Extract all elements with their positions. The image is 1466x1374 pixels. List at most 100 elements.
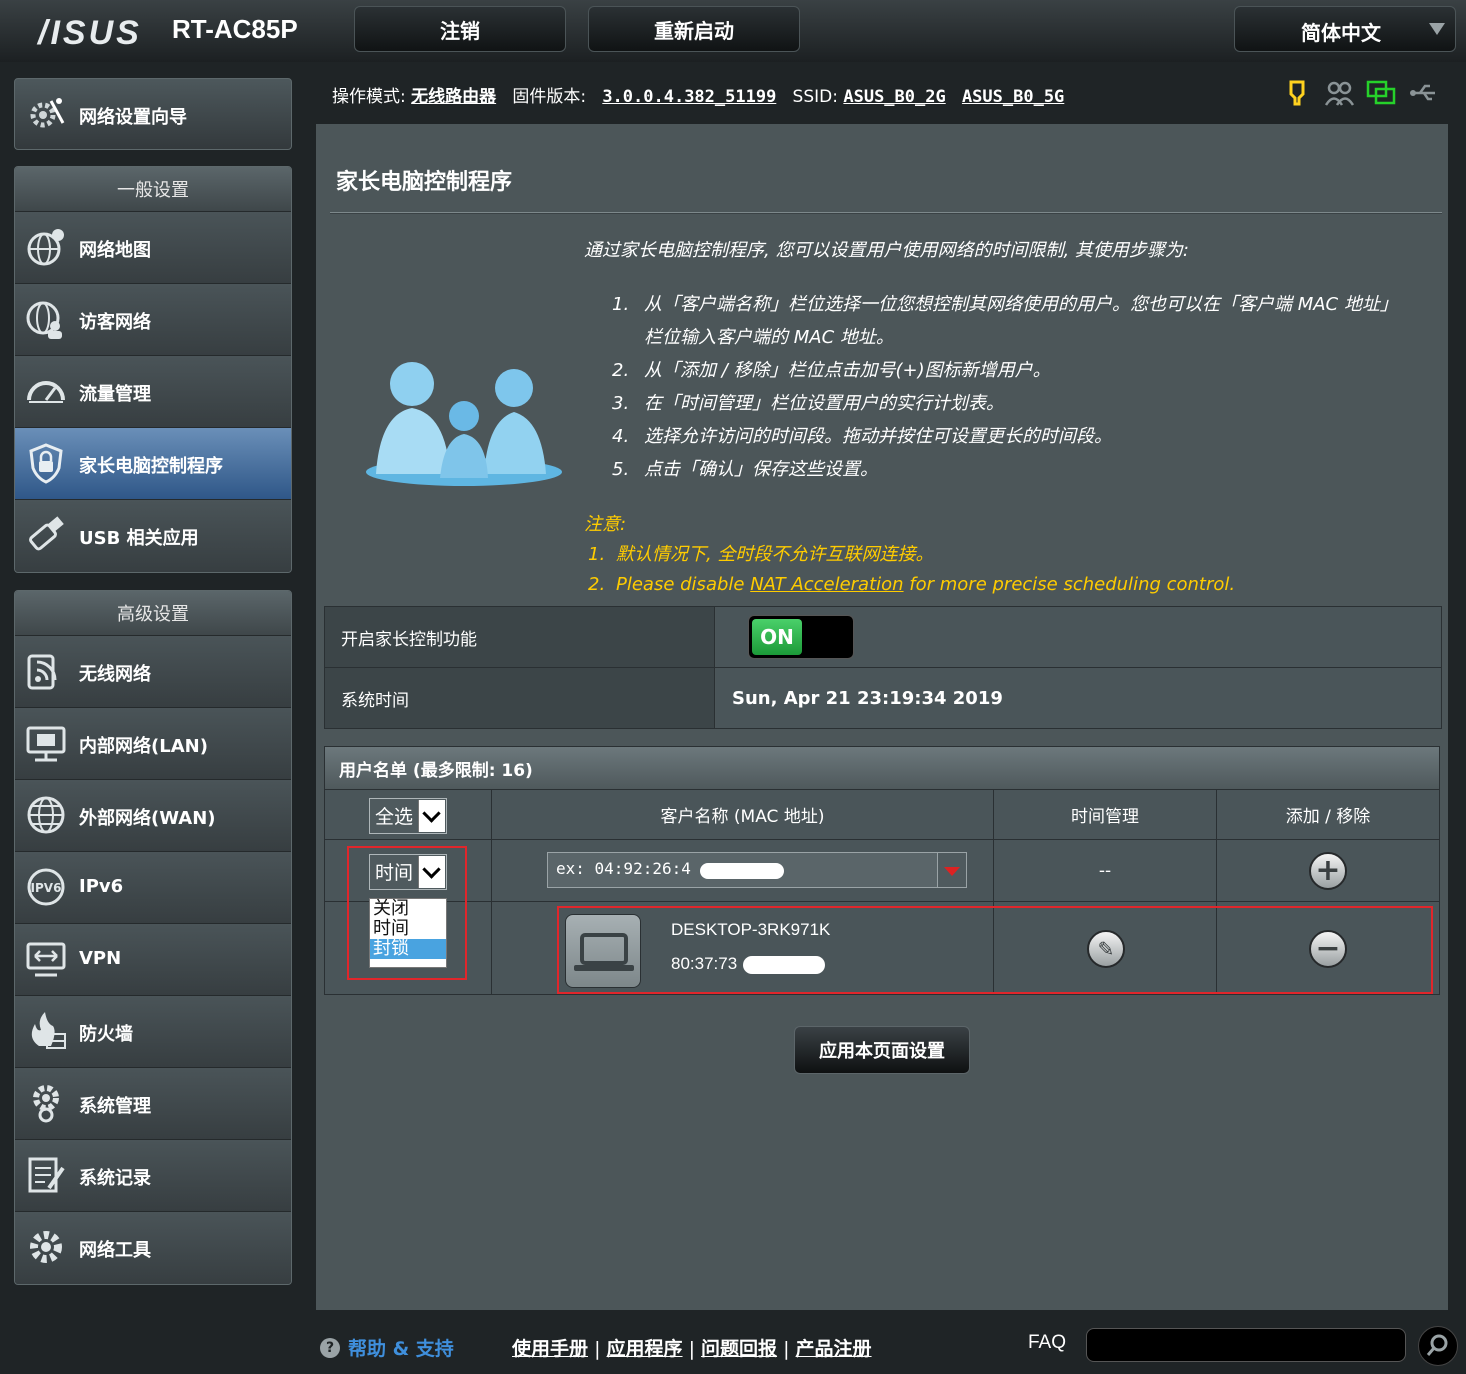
sidebar-item-network-tools[interactable]: 网络工具 — [15, 1212, 291, 1284]
logout-button[interactable]: 注销 — [354, 6, 566, 52]
status-line: 操作模式: 无线路由器 固件版本: 3.0.0.4.382_51199 SSID… — [332, 82, 1064, 107]
list-item: 3. 在「时间管理」栏位设置用户的实行计划表。 — [612, 393, 1004, 414]
settings-table: 开启家长控制功能 ON 系统时间 Sun, Apr 21 23:19:34 20… — [324, 606, 1442, 729]
column-add-remove: 添加 / 移除 — [1217, 790, 1439, 840]
advanced-settings-group: 高级设置 无线网络 内部网络(LAN) 外部网络(WAN) IPV6 IPv6 … — [14, 590, 292, 1285]
note-item: 2. Please disable NAT Acceleration for mo… — [588, 574, 1236, 595]
feedback-link[interactable]: 问题回报 — [701, 1338, 777, 1360]
sidebar-item-firewall[interactable]: 防火墙 — [15, 996, 291, 1068]
search-icon — [1426, 1334, 1448, 1356]
toggle-on-label: ON — [752, 619, 802, 655]
gear-admin-icon — [33, 1085, 59, 1123]
column-client-name: 客户名称 (MAC 地址) — [492, 790, 994, 840]
table-row: 系统时间 Sun, Apr 21 23:19:34 2019 — [325, 668, 1441, 728]
note-title: 注意: — [584, 514, 627, 535]
redaction-mark — [700, 863, 784, 879]
model-name: RT-AC85P — [172, 14, 298, 44]
column-time-management: 时间管理 — [994, 790, 1217, 840]
sidebar-item-lan[interactable]: 内部网络(LAN) — [15, 708, 291, 780]
time-empty: -- — [994, 840, 1217, 902]
sidebar-item-label: IPv6 — [79, 876, 124, 897]
globe-map-icon — [27, 229, 64, 266]
app-link[interactable]: 应用程序 — [607, 1338, 683, 1360]
list-item: 1. 从「客户端名称」栏位选择一位您想控制其网络使用的用户。您也可以在「客户端 M… — [612, 294, 1398, 348]
internet-status-icon[interactable] — [1366, 78, 1396, 108]
sidebar-item-label: VPN — [79, 948, 122, 969]
chevron-down-icon — [418, 800, 445, 832]
apply-button[interactable]: 应用本页面设置 — [794, 1026, 970, 1074]
sidebar-item-label: USB 相关应用 — [79, 528, 199, 549]
footer: ? 帮助 & 支持 使用手册 | 应用程序 | 问题回报 | 产品注册 FAQ — [0, 1318, 1466, 1374]
sidebar-item-label: 网络工具 — [79, 1240, 151, 1261]
sidebar-item-ipv6[interactable]: IPV6 IPv6 — [15, 852, 291, 924]
mac-address-input[interactable]: ex: 04:92:26:4 — [547, 852, 967, 888]
sidebar-item-network-map[interactable]: 网络地图 — [15, 212, 291, 284]
status-icons — [1282, 78, 1438, 108]
clients-icon[interactable] — [1324, 78, 1354, 108]
mode-label: 操作模式: — [332, 87, 406, 107]
highlight-box — [557, 906, 1433, 994]
nat-acceleration-link[interactable]: NAT Acceleration — [750, 574, 903, 595]
asus-logo[interactable]: /ISUS — [38, 14, 142, 53]
sidebar-item-label: 系统管理 — [79, 1096, 151, 1117]
steps-list: 1. 从「客户端名称」栏位选择一位您想控制其网络使用的用户。您也可以在「客户端 M… — [612, 288, 1402, 486]
lightbulb-icon[interactable] — [1282, 78, 1312, 108]
quick-setup-item[interactable]: 网络设置向导 — [14, 78, 292, 150]
sidebar-item-parental-control[interactable]: 家长电脑控制程序 — [15, 428, 291, 500]
chevron-down-icon — [1429, 23, 1445, 35]
dropdown-arrow-icon[interactable] — [937, 853, 966, 887]
usb-icon — [29, 516, 64, 551]
language-label: 简体中文 — [1301, 21, 1381, 45]
sidebar-item-label: 访客网络 — [79, 312, 151, 333]
note-block: 注意: 1. 默认情况下, 全时段不允许互联网连接。 2. Please disab… — [584, 510, 1235, 600]
reboot-button[interactable]: 重新启动 — [588, 6, 800, 52]
svg-text:IPV6: IPV6 — [31, 881, 62, 895]
sidebar-item-wan[interactable]: 外部网络(WAN) — [15, 780, 291, 852]
firewall-icon — [31, 1012, 66, 1049]
help-support: ? 帮助 & 支持 — [320, 1334, 454, 1361]
list-item: 5. 点击「确认」保存这些设置。 — [612, 459, 878, 480]
register-link[interactable]: 产品注册 — [796, 1338, 872, 1360]
language-select[interactable]: 简体中文 — [1234, 6, 1456, 52]
sidebar-item-wireless[interactable]: 无线网络 — [15, 636, 291, 708]
mode-link[interactable]: 无线路由器 — [411, 87, 496, 107]
sidebar-item-usb-application[interactable]: USB 相关应用 — [15, 500, 291, 572]
faq-search-button[interactable] — [1418, 1326, 1458, 1366]
enable-label: 开启家长控制功能 — [325, 607, 715, 667]
usb-status-icon[interactable] — [1408, 78, 1438, 108]
sidebar-item-label: 家长电脑控制程序 — [79, 456, 223, 477]
guest-network-icon — [26, 301, 62, 339]
ssid-5g-link[interactable]: ASUS_B0_5G — [962, 87, 1064, 107]
log-icon — [28, 1157, 65, 1193]
manual-link[interactable]: 使用手册 — [512, 1338, 588, 1360]
sidebar-item-system-log[interactable]: 系统记录 — [15, 1140, 291, 1212]
help-support-label: 帮助 & 支持 — [348, 1338, 454, 1360]
quick-setup-label: 网络设置向导 — [79, 107, 187, 128]
sidebar-item-guest-network[interactable]: 访客网络 — [15, 284, 291, 356]
faq-label: FAQ — [1028, 1332, 1067, 1353]
list-item: 2. 从「添加 / 移除」栏位点击加号(+)图标新增用户。 — [612, 360, 1051, 381]
sidebar-item-administration[interactable]: 系统管理 — [15, 1068, 291, 1140]
faq-search-input[interactable] — [1086, 1328, 1406, 1362]
plus-icon: + — [1315, 853, 1341, 888]
ssid-2g-link[interactable]: ASUS_B0_2G — [843, 87, 945, 107]
add-client-button[interactable]: + — [1309, 852, 1347, 890]
wireless-icon — [27, 654, 57, 690]
ssid-label: SSID: — [792, 87, 838, 107]
sidebar-item-label: 防火墙 — [79, 1024, 133, 1045]
firmware-link[interactable]: 3.0.0.4.382_51199 — [602, 87, 776, 107]
speedometer-icon — [27, 381, 65, 403]
list-item: 4. 选择允许访问的时间段。拖动并按住可设置更长的时间段。 — [612, 426, 1112, 447]
parental-control-toggle[interactable]: ON — [748, 615, 854, 659]
user-list-title: 用户名单 (最多限制: 16) — [325, 747, 1439, 790]
sidebar-item-traffic-manager[interactable]: 流量管理 — [15, 356, 291, 428]
sidebar-item-vpn[interactable]: VPN — [15, 924, 291, 996]
main-panel: 家长电脑控制程序 通过家长电脑控制程序, 您可以设置用户使用网络的时间限制, 其… — [316, 124, 1448, 1310]
vpn-icon — [26, 942, 66, 977]
tools-gear-icon — [30, 1231, 62, 1263]
title-divider — [330, 212, 1442, 214]
highlight-box — [347, 846, 467, 980]
select-all-dropdown[interactable]: 全选 — [369, 798, 447, 834]
sidebar-item-label: 无线网络 — [79, 664, 151, 685]
sidebar-item-label: 系统记录 — [79, 1168, 151, 1189]
